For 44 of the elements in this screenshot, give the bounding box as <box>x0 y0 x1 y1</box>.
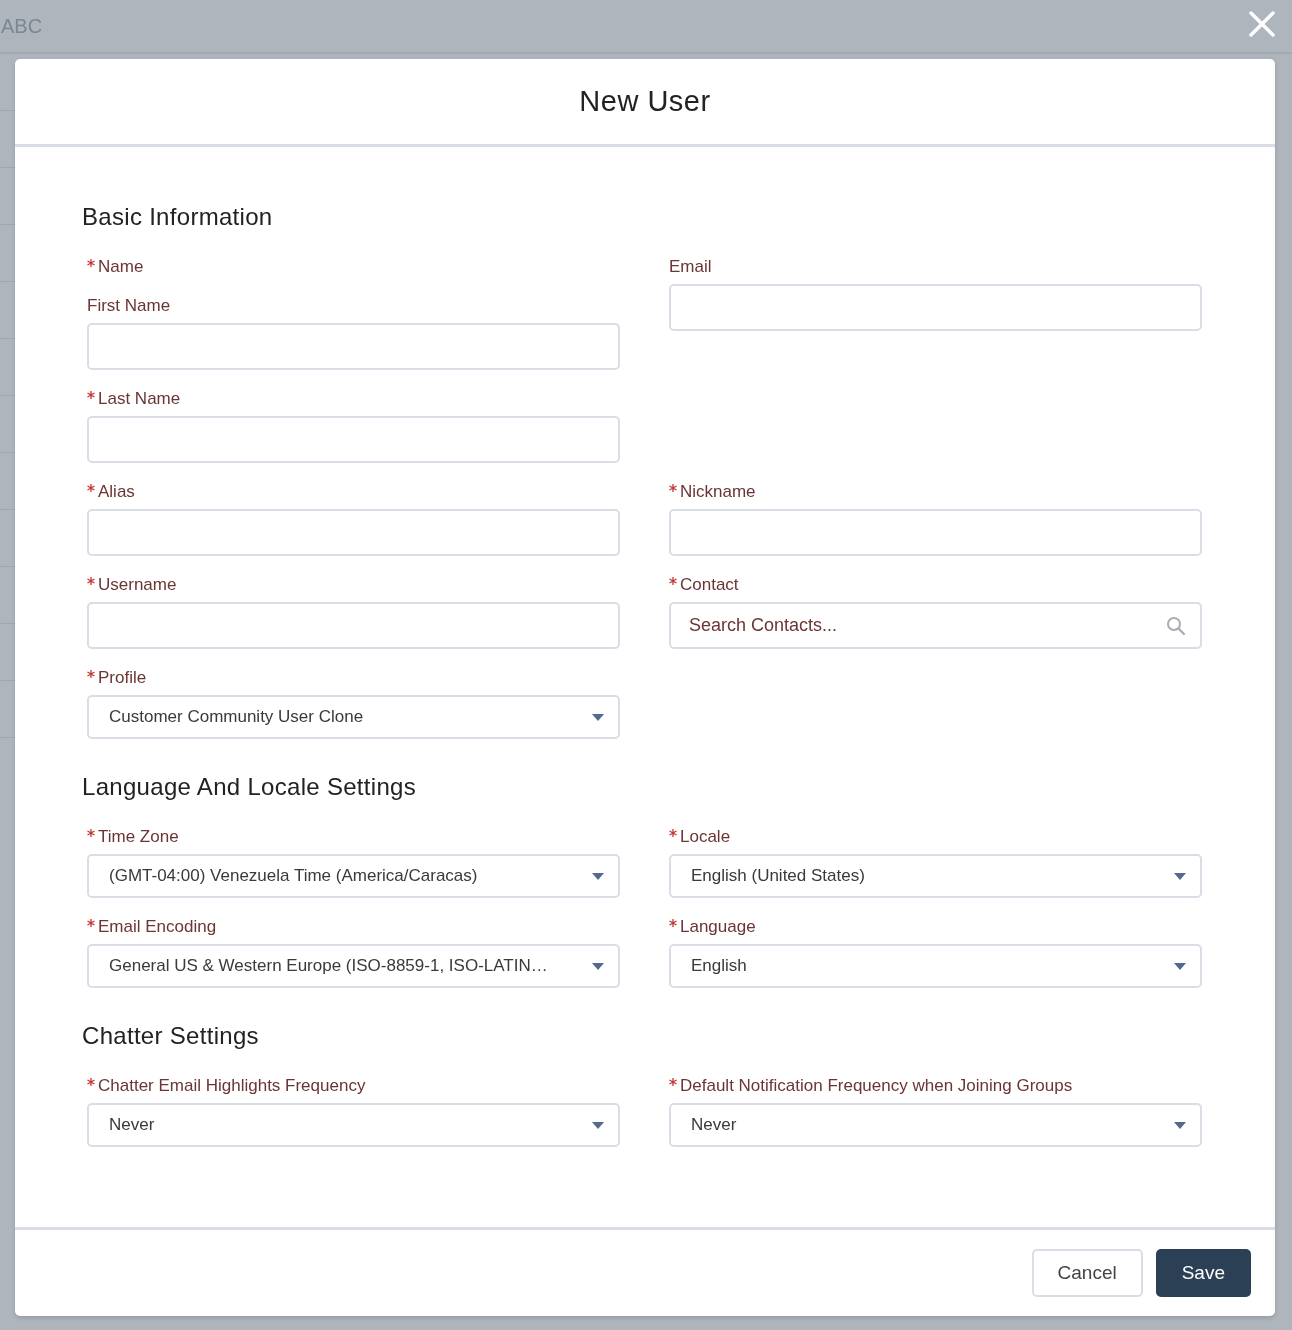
caret-icon <box>1174 962 1186 970</box>
field-label: Username <box>98 575 177 595</box>
caret-icon <box>592 713 604 721</box>
field-label: Email <box>669 257 712 277</box>
dropdown[interactable]: English <box>669 944 1202 988</box>
search-icon <box>1166 616 1185 635</box>
input-field[interactable] <box>87 323 620 370</box>
search-field[interactable]: Search Contacts... <box>669 602 1202 649</box>
modal-title: New User <box>579 85 711 118</box>
dropdown[interactable]: Never <box>87 1103 620 1147</box>
dropdown[interactable]: Customer Community User Clone <box>87 695 620 739</box>
field-label: Last Name <box>98 389 181 409</box>
field-label: Nickname <box>680 482 756 502</box>
dropdown[interactable]: English (United States) <box>669 854 1202 898</box>
caret-icon <box>1174 1121 1186 1129</box>
section-heading: Basic Information <box>82 202 274 232</box>
field-label: Alias <box>98 482 135 502</box>
input-field[interactable] <box>87 602 620 649</box>
field-label: Default Notification Frequency when Joining Groups <box>680 1076 1073 1096</box>
close-icon[interactable] <box>1248 10 1276 38</box>
field-label: Chatter Email Highlights Frequency <box>98 1076 366 1096</box>
dropdown[interactable]: (GMT-04:00) Venezuela Time (America/Caracas) <box>87 854 620 898</box>
field-label: Locale <box>680 827 731 847</box>
caret-icon <box>1174 872 1186 880</box>
field-label: Name <box>98 257 144 277</box>
section-heading: Language And Locale Settings <box>82 772 417 802</box>
dropdown[interactable]: General US & Western Europe (ISO-8859-1, ISO-LATIN… <box>87 944 620 988</box>
input-field[interactable] <box>669 284 1202 331</box>
input-field[interactable] <box>87 416 620 463</box>
save-button[interactable]: Save <box>1155 1249 1251 1297</box>
cancel-button[interactable]: Cancel <box>1031 1249 1143 1297</box>
caret-icon <box>592 872 604 880</box>
field-label: Profile <box>98 668 147 688</box>
input-field[interactable] <box>87 509 620 556</box>
field-label: Time Zone <box>98 827 179 847</box>
section-heading: Chatter Settings <box>82 1021 260 1051</box>
field-label: Contact <box>680 575 739 595</box>
field-label: First Name <box>87 296 171 316</box>
input-field[interactable] <box>669 509 1202 556</box>
caret-icon <box>592 962 604 970</box>
field-label: Email Encoding <box>98 917 217 937</box>
field-label: Language <box>680 917 756 937</box>
caret-icon <box>592 1121 604 1129</box>
dropdown[interactable]: Never <box>669 1103 1202 1147</box>
